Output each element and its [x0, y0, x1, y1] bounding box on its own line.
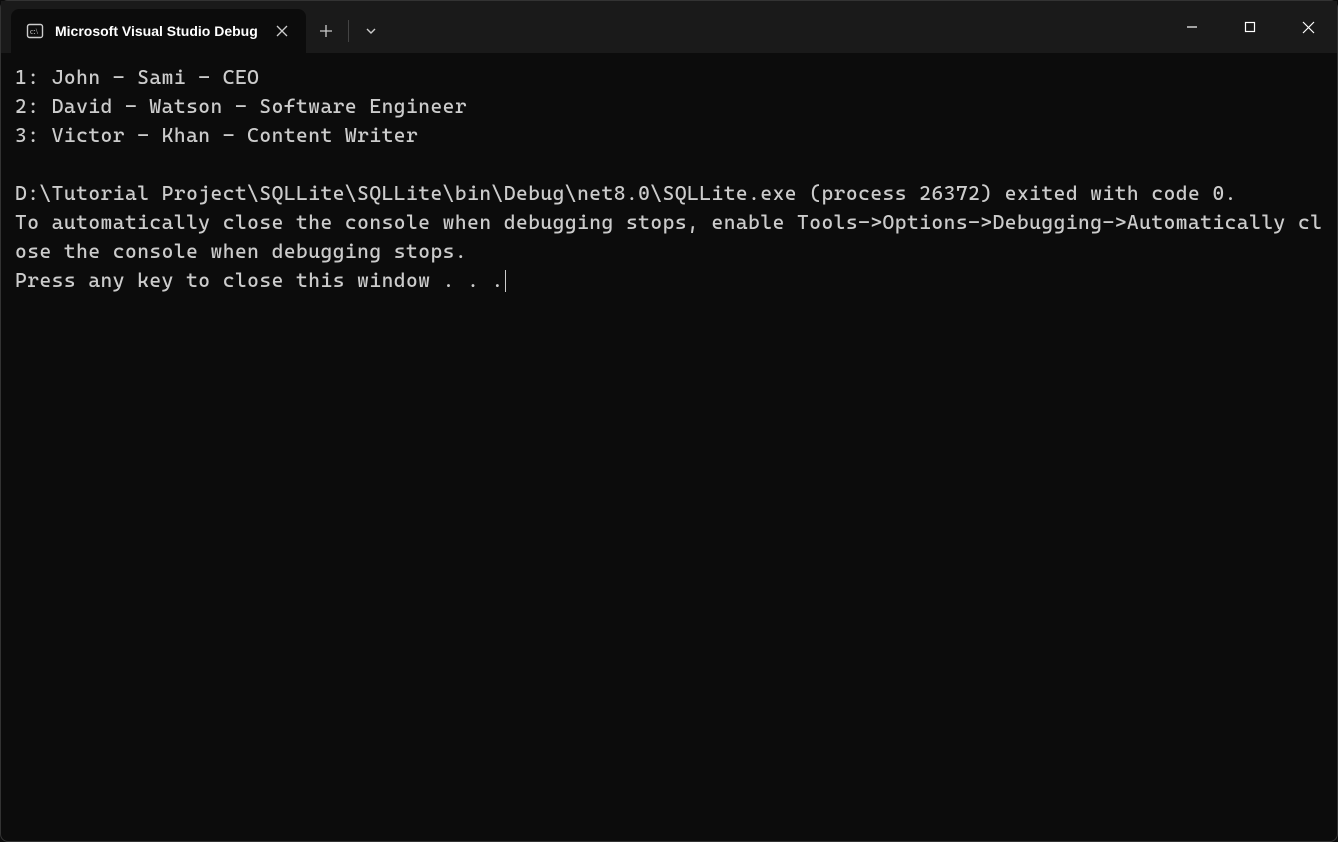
console-line: 1: John - Sami - CEO: [15, 65, 259, 89]
console-line: 3: Victor - Khan - Content Writer: [15, 123, 418, 147]
tabbar-actions: [306, 9, 391, 53]
tab-close-button[interactable]: [272, 21, 292, 41]
close-button[interactable]: [1279, 1, 1337, 53]
terminal-icon: c:\: [25, 21, 45, 41]
terminal-tab[interactable]: c:\ Microsoft Visual Studio Debug: [11, 9, 306, 53]
tab-dropdown-button[interactable]: [351, 13, 391, 49]
minimize-button[interactable]: [1163, 1, 1221, 53]
new-tab-button[interactable]: [306, 13, 346, 49]
console-line: 2: David - Watson - Software Engineer: [15, 94, 467, 118]
tabbar-divider: [348, 20, 349, 42]
titlebar: c:\ Microsoft Visual Studio Debug: [1, 1, 1337, 53]
console-line: To automatically close the console when …: [15, 210, 1322, 263]
window-controls: [1163, 1, 1337, 53]
titlebar-drag-region[interactable]: [391, 1, 1163, 53]
console-line: Press any key to close this window . . .: [15, 268, 504, 292]
tab-title: Microsoft Visual Studio Debug: [55, 23, 258, 39]
cursor: [505, 270, 506, 292]
console-line: D:\Tutorial Project\SQLLite\SQLLite\bin\…: [15, 181, 1237, 205]
maximize-button[interactable]: [1221, 1, 1279, 53]
terminal-output[interactable]: 1: John - Sami - CEO 2: David - Watson -…: [1, 53, 1337, 305]
svg-text:c:\: c:\: [30, 27, 39, 36]
